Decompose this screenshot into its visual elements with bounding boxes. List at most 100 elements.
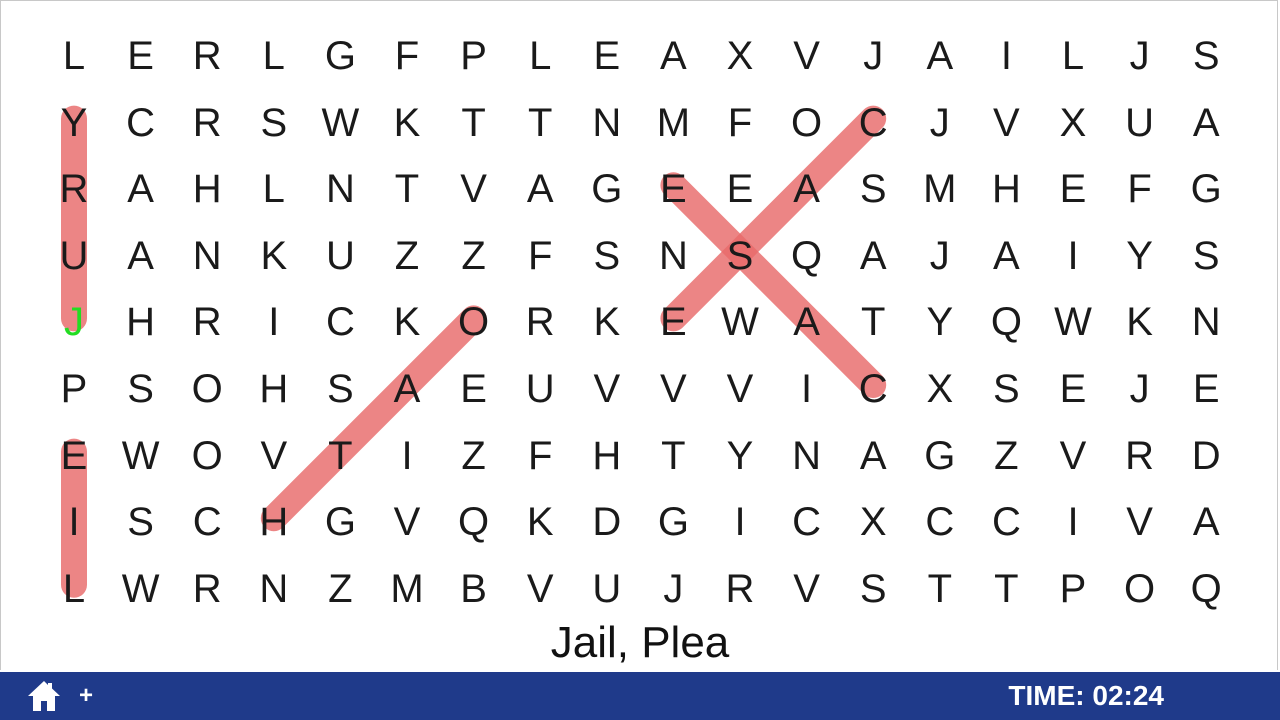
grid-cell[interactable]: E — [444, 359, 504, 419]
grid-cell[interactable]: Z — [444, 426, 504, 486]
grid-cell[interactable]: J — [910, 226, 970, 286]
grid-cell[interactable]: U — [510, 359, 570, 419]
grid-cell[interactable]: S — [843, 559, 903, 619]
grid-cell[interactable]: G — [643, 492, 703, 552]
grid-cell[interactable]: A — [1176, 93, 1236, 153]
grid-cell[interactable]: I — [710, 492, 770, 552]
grid-cell[interactable]: G — [310, 492, 370, 552]
grid-cell[interactable]: C — [111, 93, 171, 153]
grid-cell[interactable]: L — [244, 159, 304, 219]
grid-cell[interactable]: O — [177, 426, 237, 486]
grid-cell[interactable]: F — [510, 426, 570, 486]
grid-cell[interactable]: G — [310, 26, 370, 86]
grid-cell[interactable]: S — [577, 226, 637, 286]
grid-cell[interactable]: V — [244, 426, 304, 486]
grid-cell[interactable]: C — [843, 359, 903, 419]
grid-cell[interactable]: O — [177, 359, 237, 419]
grid-cell[interactable]: L — [44, 26, 104, 86]
grid-cell[interactable]: H — [577, 426, 637, 486]
grid-cell[interactable]: M — [377, 559, 437, 619]
grid-cell[interactable]: G — [577, 159, 637, 219]
grid-cell[interactable]: C — [777, 492, 837, 552]
grid-cell[interactable]: R — [177, 93, 237, 153]
grid-cell[interactable]: R — [177, 26, 237, 86]
grid-cell[interactable]: S — [710, 226, 770, 286]
grid-cell[interactable]: C — [910, 492, 970, 552]
grid-cell[interactable]: E — [577, 26, 637, 86]
grid-cell[interactable]: N — [643, 226, 703, 286]
grid-cell[interactable]: K — [1110, 292, 1170, 352]
grid-cell[interactable]: N — [244, 559, 304, 619]
grid-cell[interactable]: Q — [976, 292, 1036, 352]
grid-cell[interactable]: K — [377, 93, 437, 153]
grid-cell[interactable]: C — [976, 492, 1036, 552]
grid-cell[interactable]: S — [843, 159, 903, 219]
grid-cell[interactable]: E — [111, 26, 171, 86]
grid-cell[interactable]: K — [510, 492, 570, 552]
grid-cell[interactable]: S — [111, 359, 171, 419]
grid-cell[interactable]: A — [843, 426, 903, 486]
grid-cell[interactable]: A — [111, 226, 171, 286]
grid-cell[interactable]: W — [111, 426, 171, 486]
grid-cell[interactable]: J — [843, 26, 903, 86]
grid-cell[interactable]: X — [710, 26, 770, 86]
grid-cell[interactable]: X — [843, 492, 903, 552]
grid-cell[interactable]: X — [1043, 93, 1103, 153]
grid-cell[interactable]: N — [777, 426, 837, 486]
grid-cell[interactable]: A — [377, 359, 437, 419]
grid-cell[interactable]: V — [777, 26, 837, 86]
grid-cell[interactable]: R — [44, 159, 104, 219]
grid-cell[interactable]: N — [577, 93, 637, 153]
grid-cell[interactable]: P — [444, 26, 504, 86]
grid-cell[interactable]: H — [177, 159, 237, 219]
grid-cell[interactable]: E — [44, 426, 104, 486]
grid-cell[interactable]: C — [843, 93, 903, 153]
grid-cell[interactable]: P — [1043, 559, 1103, 619]
grid-cell[interactable]: N — [310, 159, 370, 219]
grid-cell[interactable]: U — [44, 226, 104, 286]
grid-cell[interactable]: S — [111, 492, 171, 552]
grid-cell[interactable]: W — [310, 93, 370, 153]
grid-cell[interactable]: V — [710, 359, 770, 419]
grid-cell[interactable]: V — [377, 492, 437, 552]
grid-cell[interactable]: I — [377, 426, 437, 486]
grid-cell[interactable]: F — [510, 226, 570, 286]
grid-cell[interactable]: E — [643, 292, 703, 352]
grid-cell[interactable]: J — [44, 292, 104, 352]
grid-cell[interactable]: O — [1110, 559, 1170, 619]
grid-cell[interactable]: W — [710, 292, 770, 352]
grid-cell[interactable]: E — [1043, 159, 1103, 219]
grid-cell[interactable]: L — [244, 26, 304, 86]
grid-cell[interactable]: N — [1176, 292, 1236, 352]
grid-cell[interactable]: J — [643, 559, 703, 619]
grid-cell[interactable]: M — [910, 159, 970, 219]
grid-cell[interactable]: S — [1176, 226, 1236, 286]
grid-cell[interactable]: E — [710, 159, 770, 219]
grid-cell[interactable]: O — [444, 292, 504, 352]
grid-cell[interactable]: Y — [910, 292, 970, 352]
grid-cell[interactable]: Q — [444, 492, 504, 552]
grid-cell[interactable]: A — [843, 226, 903, 286]
grid-cell[interactable]: V — [444, 159, 504, 219]
grid-cell[interactable]: T — [910, 559, 970, 619]
grid-cell[interactable]: S — [976, 359, 1036, 419]
grid-cell[interactable]: R — [510, 292, 570, 352]
grid-cell[interactable]: Q — [1176, 559, 1236, 619]
grid-cell[interactable]: I — [1043, 492, 1103, 552]
grid-cell[interactable]: L — [44, 559, 104, 619]
grid-cell[interactable]: Y — [1110, 226, 1170, 286]
grid-cell[interactable]: S — [1176, 26, 1236, 86]
grid-cell[interactable]: V — [577, 359, 637, 419]
grid-cell[interactable]: J — [910, 93, 970, 153]
grid-cell[interactable]: T — [843, 292, 903, 352]
grid-cell[interactable]: V — [510, 559, 570, 619]
grid-cell[interactable]: E — [1176, 359, 1236, 419]
grid-cell[interactable]: K — [577, 292, 637, 352]
grid-cell[interactable]: E — [643, 159, 703, 219]
grid-cell[interactable]: Q — [777, 226, 837, 286]
grid-cell[interactable]: D — [577, 492, 637, 552]
grid-cell[interactable]: J — [1110, 26, 1170, 86]
grid-cell[interactable]: G — [910, 426, 970, 486]
grid-cell[interactable]: F — [710, 93, 770, 153]
grid-cell[interactable]: V — [1043, 426, 1103, 486]
